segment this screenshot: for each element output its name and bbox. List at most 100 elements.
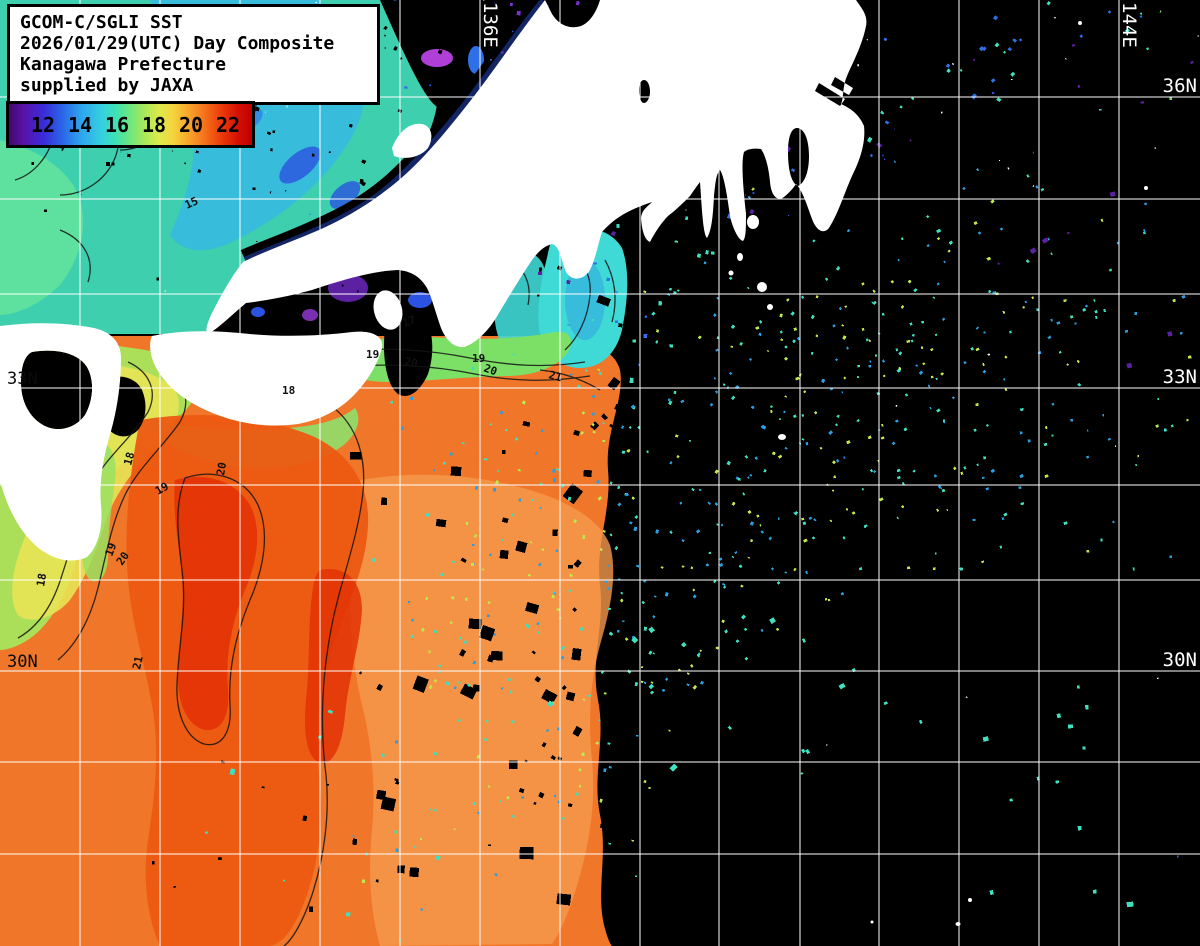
speckle (729, 277, 733, 281)
speckle (782, 468, 790, 475)
speckle (936, 408, 940, 412)
speckle (692, 685, 697, 690)
speckle (665, 592, 669, 597)
speckle (1099, 311, 1112, 324)
speckle (357, 291, 359, 293)
speckle (843, 536, 846, 539)
speckle (960, 472, 963, 475)
speckle (801, 296, 804, 299)
speckle (1181, 7, 1184, 10)
speckle (698, 259, 703, 264)
contour-value-label: 18 (34, 572, 49, 587)
speckle (836, 459, 839, 463)
speckle (605, 747, 610, 753)
latitude-label-right: 30N (1163, 649, 1197, 671)
speckle (779, 342, 783, 347)
speckle (777, 581, 781, 585)
speckle (696, 529, 700, 533)
speckle (687, 672, 690, 675)
speckle (283, 880, 285, 882)
speckle (976, 463, 978, 466)
speckle (1011, 821, 1017, 826)
colorbar-tick: 22 (216, 113, 240, 137)
speckle (770, 410, 773, 413)
speckle (598, 719, 600, 721)
speckle (471, 367, 474, 371)
speckle (608, 766, 612, 769)
speckle (644, 713, 656, 726)
speckle (839, 683, 846, 690)
speckle (904, 417, 915, 428)
speckle (1065, 58, 1067, 60)
speckle (982, 370, 986, 374)
speckle (891, 389, 899, 396)
speckle (517, 11, 521, 16)
speckle (1047, 1, 1051, 5)
speckle (981, 561, 984, 564)
speckle (692, 588, 695, 591)
speckle (1112, 521, 1114, 524)
speckle (495, 873, 498, 876)
speckle (603, 768, 606, 772)
speckle (669, 764, 677, 772)
speckle (346, 912, 351, 916)
speckle (894, 161, 896, 163)
speckle (723, 383, 726, 386)
speckle (1166, 117, 1170, 121)
speckle (272, 130, 275, 133)
speckle (670, 440, 685, 456)
speckle (842, 335, 846, 340)
speckle (409, 867, 419, 877)
speckle (690, 566, 693, 569)
island (747, 215, 759, 229)
speckle (755, 326, 759, 330)
speckle (962, 187, 965, 190)
speckle (926, 244, 929, 247)
speckle (697, 413, 711, 426)
speckle (1177, 856, 1178, 858)
speckle (1191, 335, 1200, 350)
colorbar-tick: 16 (105, 113, 129, 137)
speckle (901, 305, 905, 309)
speckle (655, 529, 659, 534)
speckle (599, 799, 603, 803)
speckle (629, 521, 633, 524)
speckle (928, 385, 931, 388)
speckle (920, 338, 926, 344)
speckle (700, 681, 704, 685)
speckle (929, 48, 932, 50)
speckle (801, 772, 804, 775)
speckle (453, 829, 455, 831)
speckle (653, 652, 655, 654)
speckle (1095, 316, 1097, 319)
speckle (1115, 445, 1116, 447)
speckle (1146, 47, 1149, 50)
colorbar-tick: 14 (68, 113, 92, 137)
speckle (732, 556, 735, 558)
speckle (722, 583, 725, 586)
speckle (777, 375, 785, 382)
colorbar-tick: 18 (142, 113, 166, 137)
speckle (493, 488, 496, 492)
speckle (942, 489, 946, 493)
speckle (784, 395, 787, 398)
speckle (609, 632, 614, 637)
speckle (1001, 433, 1010, 442)
speckle (784, 357, 788, 361)
speckle (898, 259, 900, 262)
speckle (936, 509, 939, 512)
speckle (454, 686, 456, 689)
speckle (882, 133, 884, 136)
speckle (472, 544, 475, 546)
speckle (420, 908, 423, 910)
speckle (621, 371, 638, 388)
speckle (1016, 850, 1022, 856)
speckle (553, 478, 556, 482)
speckle (723, 800, 727, 804)
speckle (631, 840, 634, 842)
speckle (681, 539, 684, 542)
speckle (617, 486, 620, 490)
speckle (633, 527, 637, 532)
speckle (1140, 101, 1144, 104)
speckle (1078, 14, 1083, 19)
